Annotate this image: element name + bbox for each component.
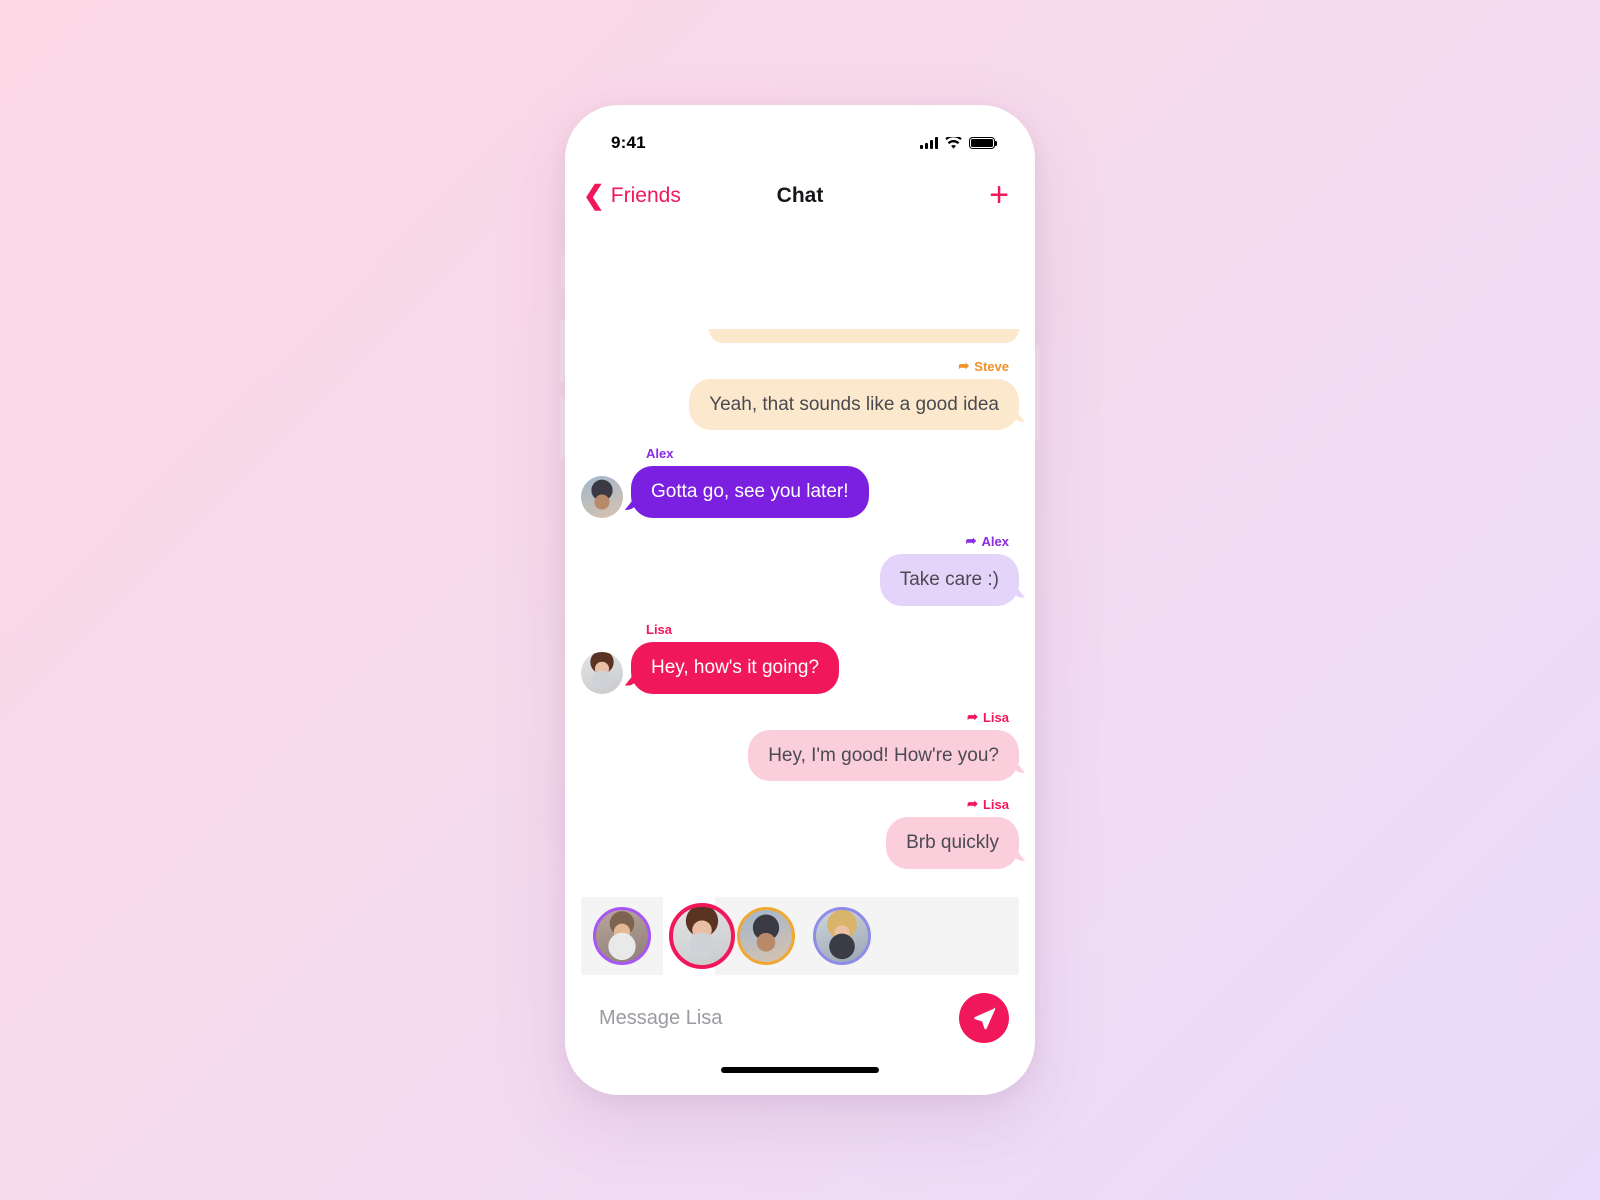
message-row: ➦ Alex Take care :): [581, 534, 1019, 606]
forward-arrow-icon: ➦: [965, 533, 977, 548]
message-sender-label: ➦ Lisa: [967, 710, 1009, 725]
send-button[interactable]: [959, 993, 1009, 1043]
message-list[interactable]: ➦ Steve Yeah, that sounds like a good idea…: [565, 225, 1035, 897]
message-bubble-line: Hey, how's it going?: [581, 641, 840, 694]
phone-mockup: 9:41 ❮ Friends Chat + ➦ Steve Yeah, that…: [560, 105, 1040, 1095]
home-indicator-bar: [565, 1061, 1035, 1095]
message-bubble[interactable]: [709, 328, 1019, 343]
message-sender-name: Alex: [646, 446, 674, 462]
back-button[interactable]: ❮ Friends: [583, 179, 681, 210]
message-bubble[interactable]: Yeah, that sounds like a good idea: [689, 378, 1019, 431]
message-sender-name: Alex: [981, 534, 1009, 549]
message-row: Lisa Hey, how's it going?: [581, 622, 1019, 694]
message-row: ➦ Lisa Brb quickly: [581, 797, 1019, 869]
message-bubble-line: Gotta go, see you later!: [581, 466, 869, 518]
message-bubble-line: [709, 328, 1019, 343]
status-bar: 9:41: [565, 105, 1035, 167]
forward-arrow-icon: ➦: [967, 708, 978, 724]
status-icons: [920, 136, 998, 150]
message-sender-label: Alex: [646, 446, 673, 461]
message-bubble[interactable]: Hey, how's it going?: [631, 641, 840, 694]
message-bubble-line: Yeah, that sounds like a good idea: [689, 378, 1019, 431]
plus-icon[interactable]: +: [989, 178, 1009, 212]
contact-avatar-alex[interactable]: [737, 907, 795, 965]
message-bubble[interactable]: Take care :): [879, 554, 1019, 606]
phone-screen: 9:41 ❮ Friends Chat + ➦ Steve Yeah, that…: [565, 105, 1035, 1095]
message-row: ➦ Lisa Hey, I'm good! How're you?: [581, 710, 1019, 782]
message-sender-label: ➦ Alex: [966, 534, 1009, 549]
message-sender-label: ➦ Steve: [958, 359, 1009, 374]
contact-strip-segment-left: [581, 897, 663, 975]
wifi-icon: [945, 136, 962, 149]
contact-avatar-mark[interactable]: [593, 907, 651, 965]
message-bubble-line: Brb quickly: [886, 817, 1019, 869]
message-row: ➦ Steve Yeah, that sounds like a good idea: [581, 359, 1019, 431]
message-sender-label: Lisa: [646, 622, 672, 637]
contact-strip[interactable]: [581, 897, 1019, 975]
signal-bars-icon: [920, 137, 938, 149]
paper-plane-icon: [974, 1007, 996, 1030]
message-sender-name: Steve: [974, 358, 1009, 374]
battery-full-icon: [969, 136, 998, 150]
message-sender-name: Lisa: [982, 709, 1009, 725]
chevron-left-icon: ❮: [583, 179, 605, 210]
message-composer: [565, 975, 1035, 1061]
avatar[interactable]: [581, 651, 623, 694]
message-bubble[interactable]: Brb quickly: [886, 817, 1019, 869]
forward-arrow-icon: ➦: [967, 796, 978, 812]
message-bubble[interactable]: Hey, I'm good! How're you?: [748, 729, 1019, 782]
message-row: Alex Gotta go, see you later!: [581, 446, 1019, 518]
forward-arrow-icon: ➦: [958, 357, 970, 373]
avatar[interactable]: [581, 476, 623, 518]
contact-avatar-lisa[interactable]: [669, 903, 735, 969]
message-bubble-line: Hey, I'm good! How're you?: [748, 729, 1019, 782]
message-sender-name: Lisa: [982, 797, 1009, 813]
message-row: [581, 328, 1019, 343]
back-button-label: Friends: [610, 184, 681, 207]
status-time: 9:41: [611, 133, 646, 152]
message-bubble-line: Take care :): [879, 554, 1019, 606]
contact-avatar-emma[interactable]: [813, 907, 871, 965]
message-bubble[interactable]: Gotta go, see you later!: [631, 466, 869, 518]
contact-strip-segment-right: [715, 897, 1019, 975]
message-sender-name: Lisa: [646, 621, 673, 637]
message-sender-label: ➦ Lisa: [967, 797, 1009, 812]
message-input[interactable]: [599, 1006, 945, 1030]
nav-bar: ❮ Friends Chat +: [565, 167, 1035, 225]
